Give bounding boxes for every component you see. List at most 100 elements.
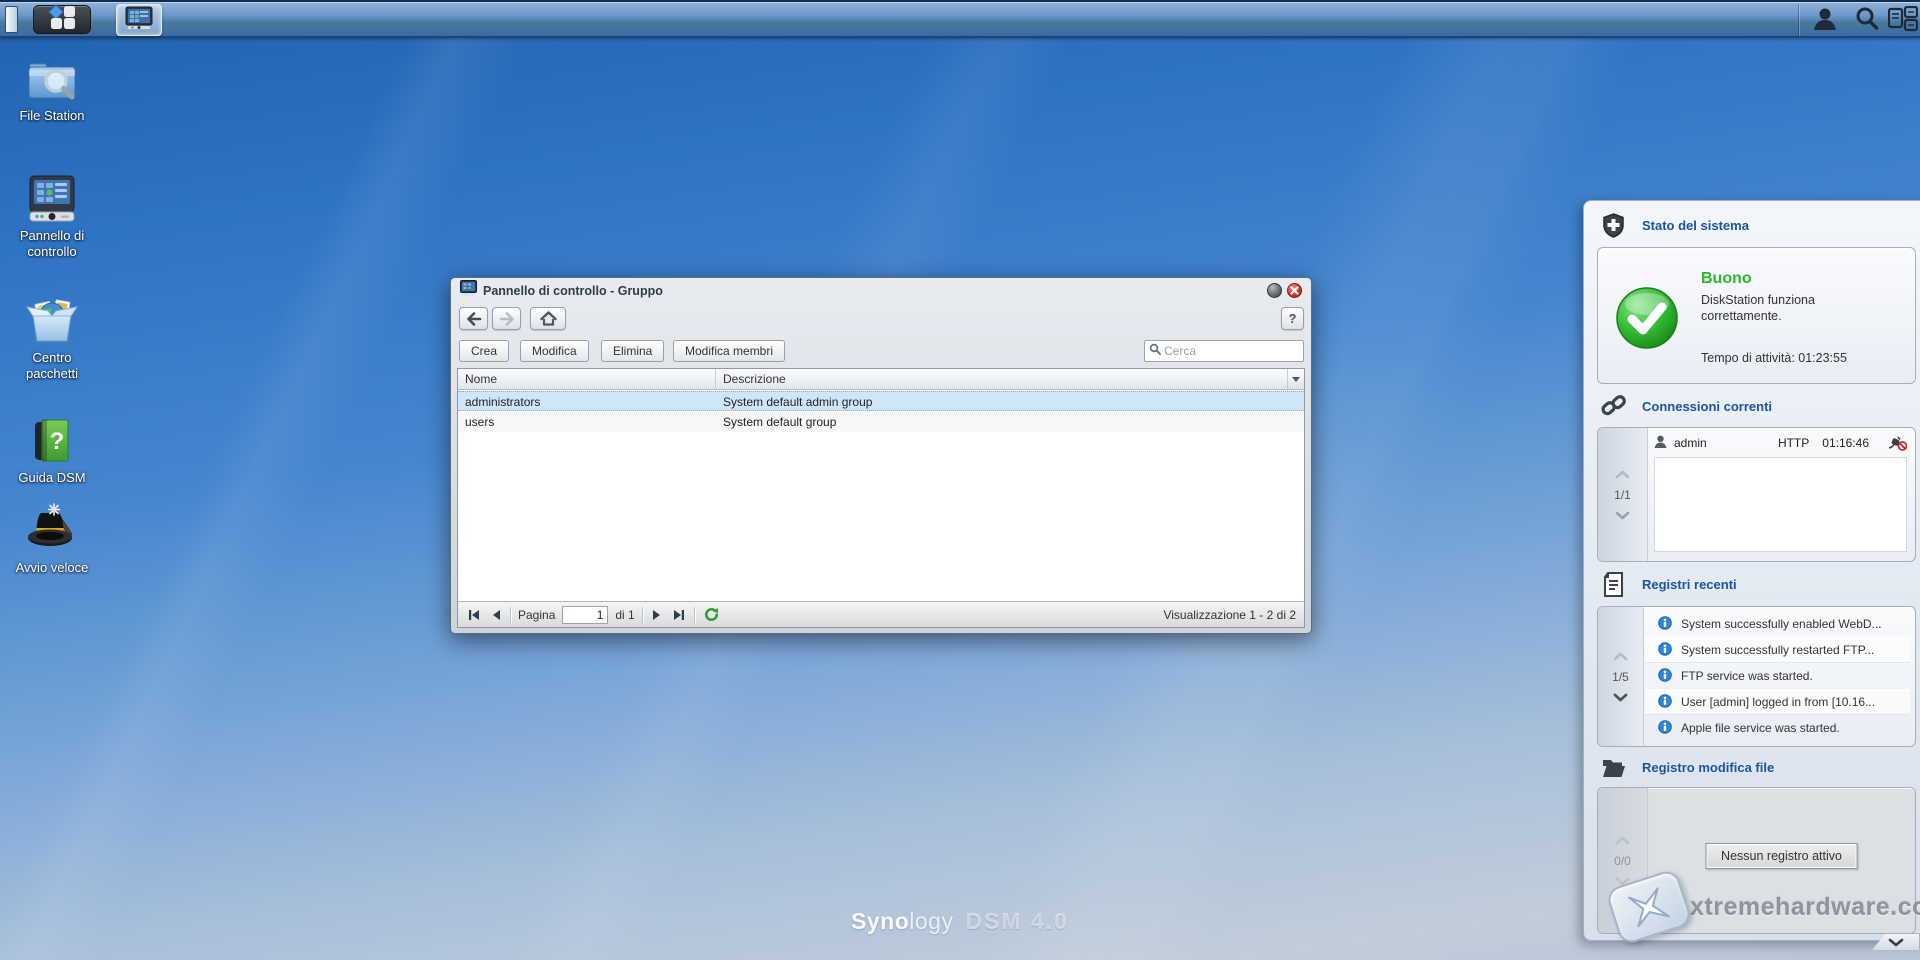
brand-version: DSM 4.0 xyxy=(965,908,1068,934)
minimize-button[interactable] xyxy=(1267,283,1282,298)
edit-button[interactable]: Modifica xyxy=(520,340,589,362)
connections-list-area xyxy=(1654,457,1907,552)
info-icon xyxy=(1658,616,1672,633)
pilot-view-icon xyxy=(1888,6,1918,35)
window-titlebar[interactable]: Pannello di controllo - Gruppo xyxy=(451,278,1311,303)
disconnect-user-button[interactable] xyxy=(1888,436,1907,451)
pagination-separator xyxy=(642,607,643,623)
recent-logs-panel: 1/5 System successfully enabled WebD... … xyxy=(1597,606,1916,747)
log-text: System successfully restarted FTP... xyxy=(1681,643,1874,657)
search-icon xyxy=(1854,6,1880,35)
column-menu-button[interactable] xyxy=(1287,369,1304,389)
pager-up-button[interactable] xyxy=(1613,652,1628,661)
forward-icon xyxy=(499,312,515,326)
table-row-users[interactable]: users System default group xyxy=(458,412,1304,432)
desktop-icon-quick-start[interactable]: Avvio veloce xyxy=(4,502,100,576)
cell-description: System default group xyxy=(716,412,1304,432)
log-list: System successfully enabled WebD... Syst… xyxy=(1645,611,1910,742)
log-document-icon xyxy=(1600,572,1627,597)
connection-user: admin xyxy=(1674,436,1707,450)
pagination-separator xyxy=(510,607,511,623)
window-toolbar: Crea Modifica Elimina Modifica membri xyxy=(451,336,1311,367)
pager-down-button[interactable] xyxy=(1613,693,1628,702)
group-table: Nome Descrizione administrators System d… xyxy=(457,368,1305,628)
next-page-icon xyxy=(652,609,662,621)
widget-title: Connessioni correnti xyxy=(1642,399,1772,414)
pager-count: 1/5 xyxy=(1612,670,1629,684)
user-menu-button[interactable] xyxy=(1806,4,1844,36)
main-menu-button[interactable] xyxy=(33,5,91,34)
brand-bold: Syno xyxy=(851,908,909,934)
page-input[interactable] xyxy=(562,606,608,624)
info-icon xyxy=(1658,720,1672,737)
desktop-icon-file-station[interactable]: File Station xyxy=(4,56,100,124)
refresh-button[interactable] xyxy=(702,605,721,624)
first-page-button[interactable] xyxy=(466,607,482,623)
home-button[interactable] xyxy=(530,307,566,330)
log-entry[interactable]: FTP service was started. xyxy=(1645,663,1910,689)
page-label: Pagina xyxy=(518,608,555,622)
pilot-view-button[interactable] xyxy=(1884,4,1920,36)
no-active-log-message: Nessun registro attivo xyxy=(1705,843,1858,869)
forward-button[interactable] xyxy=(492,307,521,330)
help-button[interactable]: ? xyxy=(1281,307,1304,330)
delete-button[interactable]: Elimina xyxy=(601,340,664,362)
window-title-icon xyxy=(460,280,477,301)
file-log-pager: 0/0 xyxy=(1598,788,1648,933)
chevron-down-icon xyxy=(1613,693,1628,702)
pager-down-button[interactable] xyxy=(1615,511,1630,520)
desktop-icon-dsm-help[interactable]: ? Guida DSM xyxy=(4,416,100,486)
next-page-button[interactable] xyxy=(650,607,664,623)
pager-count: 0/0 xyxy=(1614,854,1631,868)
log-entry[interactable]: User [admin] logged in from [10.16... xyxy=(1645,689,1910,715)
column-header-description[interactable]: Descrizione xyxy=(716,369,1287,389)
control-panel-task-icon xyxy=(125,6,153,35)
taskbar-item-control-panel[interactable] xyxy=(116,4,162,36)
show-desktop-button[interactable] xyxy=(5,6,18,33)
pager-down-button[interactable] xyxy=(1615,877,1630,886)
search-input[interactable] xyxy=(1164,344,1294,358)
pager-up-button[interactable] xyxy=(1615,836,1630,845)
shield-icon xyxy=(1600,213,1627,238)
widget-title: Registri recenti xyxy=(1642,577,1737,592)
control-panel-icon xyxy=(4,174,100,224)
desktop-icon-label: Centro pacchetti xyxy=(7,350,97,381)
table-row-administrators[interactable]: administrators System default admin grou… xyxy=(458,391,1304,411)
log-text: User [admin] logged in from [10.16... xyxy=(1681,695,1875,709)
quick-start-icon xyxy=(4,502,100,556)
desktop-icon-package-center[interactable]: Centro pacchetti xyxy=(4,296,100,381)
health-ok-icon xyxy=(1615,286,1679,355)
search-box xyxy=(1144,340,1304,362)
system-health-header: Stato del sistema xyxy=(1597,213,1916,238)
cell-description: System default admin group xyxy=(716,392,1304,410)
main-menu-icon xyxy=(48,4,76,35)
log-entry[interactable]: System successfully enabled WebD... xyxy=(1645,611,1910,637)
column-header-name[interactable]: Nome xyxy=(458,369,716,389)
pagination-bar: Pagina di 1 Visualizzazione 1 - 2 xyxy=(458,601,1304,627)
back-button[interactable] xyxy=(459,307,488,330)
pager-count: 1/1 xyxy=(1614,488,1631,502)
system-widget-panel: Stato del sistema Buono DiskStation funz… xyxy=(1583,200,1920,941)
search-button[interactable] xyxy=(1848,4,1886,36)
log-entry[interactable]: System successfully restarted FTP... xyxy=(1645,637,1910,663)
edit-members-button[interactable]: Modifica membri xyxy=(673,340,785,362)
taskbar-divider xyxy=(1798,4,1799,36)
create-button[interactable]: Crea xyxy=(459,340,509,362)
connection-row[interactable]: admin HTTP 01:16:46 xyxy=(1654,432,1907,454)
close-button[interactable] xyxy=(1287,283,1302,298)
connections-panel: 1/1 admin HTTP 01:16:46 xyxy=(1597,427,1916,562)
svg-text:?: ? xyxy=(50,428,65,455)
info-icon xyxy=(1658,694,1672,711)
desktop: File Station Pannello di controllo xyxy=(0,0,1920,960)
log-text: Apple file service was started. xyxy=(1681,721,1840,735)
desktop-icon-control-panel[interactable]: Pannello di controllo xyxy=(4,174,100,259)
pager-up-button[interactable] xyxy=(1615,470,1630,479)
disconnect-icon xyxy=(1888,436,1907,451)
last-page-button[interactable] xyxy=(671,607,687,623)
prev-page-button[interactable] xyxy=(489,607,503,623)
log-entry[interactable]: Apple file service was started. xyxy=(1645,715,1910,741)
log-text: FTP service was started. xyxy=(1681,669,1813,683)
table-header: Nome Descrizione xyxy=(458,369,1304,390)
file-log-area: Nessun registro attivo xyxy=(1649,789,1914,932)
brand-light: logy xyxy=(909,908,953,934)
